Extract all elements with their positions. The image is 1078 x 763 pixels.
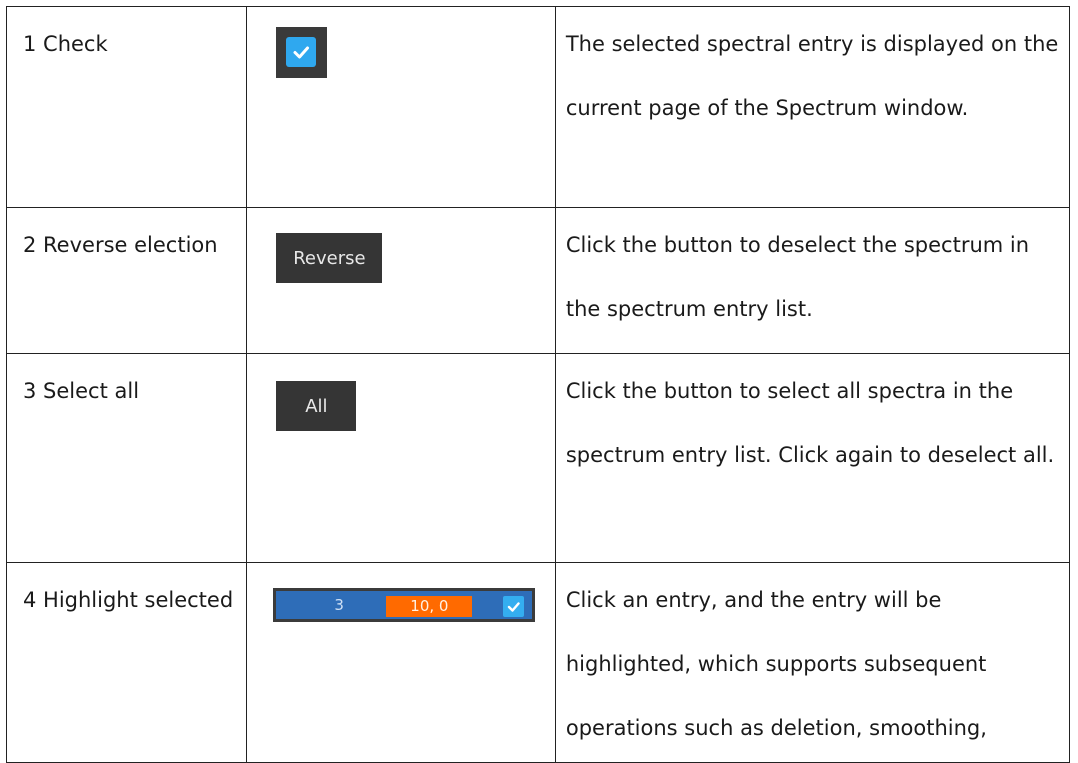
entry-value: 10, 0 [386, 596, 473, 617]
row-name: 4 Highlight selected [23, 588, 234, 612]
table-row: 3 Select all All Click the button to sel… [5, 353, 1071, 563]
row-name: 3 Select all [23, 379, 140, 403]
highlighted-entry[interactable]: 3 10, 0 [273, 588, 536, 622]
row-name: 1 Check [23, 32, 108, 56]
entry-checkbox-icon[interactable] [503, 596, 525, 617]
table-row: 4 Highlight selected 3 10, 0 Click an en… [5, 562, 1071, 763]
reverse-button[interactable]: Reverse [276, 233, 383, 283]
checkbox-icon[interactable] [286, 37, 317, 67]
table-row: 1 Check The selected spectral entry is d… [5, 6, 1071, 208]
row-description: The selected spectral entry is displayed… [565, 32, 1059, 120]
row-description: Click the button to select all spectra i… [565, 379, 1055, 467]
select-all-button[interactable]: All [276, 381, 357, 431]
row-description: Click the button to deselect the spectru… [565, 233, 1030, 321]
function-table: 1 Check The selected spectral entry is d… [5, 6, 1071, 763]
table-row: 2 Reverse election Reverse Click the but… [5, 207, 1071, 354]
entry-index: 3 [334, 596, 344, 614]
row-description: Click an entry, and the entry will be hi… [565, 588, 987, 740]
row-name: 2 Reverse election [23, 233, 218, 257]
